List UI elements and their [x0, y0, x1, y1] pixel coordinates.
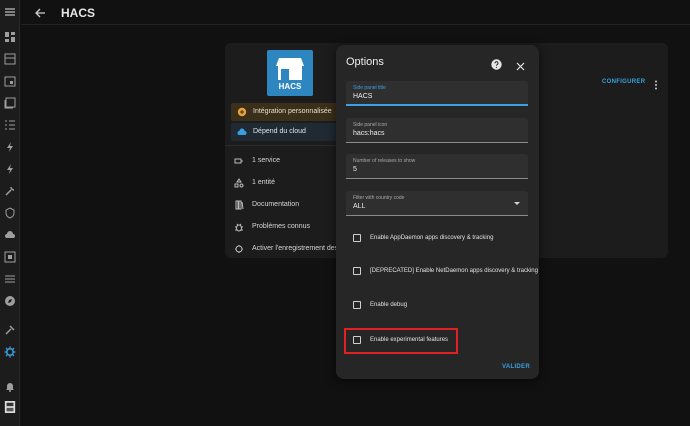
configure-button[interactable]: CONFIGURER [602, 79, 645, 85]
dialog-title: Options [346, 56, 384, 68]
history-icon[interactable] [4, 273, 16, 285]
side-panel-icon-field[interactable]: Side panel icon hacs:hacs [346, 118, 528, 143]
bug-icon [234, 222, 244, 232]
dropdown-arrow-icon [514, 202, 520, 205]
debug-checkbox[interactable] [353, 301, 361, 309]
media-icon[interactable] [4, 97, 16, 109]
cloud-dependency-chip: Dépend du cloud [231, 123, 341, 141]
todo-icon[interactable] [4, 119, 16, 131]
lightning-icon[interactable] [4, 163, 16, 175]
menu-icon[interactable] [4, 6, 16, 18]
dashboard-icon[interactable] [4, 53, 16, 65]
hacs-logo: HACS [267, 50, 313, 96]
gear-icon[interactable] [4, 346, 16, 358]
top-bar: HACS [21, 0, 690, 25]
custom-integration-chip: Intégration personnalisée [231, 103, 341, 121]
netdaemon-checkbox[interactable] [353, 267, 361, 275]
divider [225, 145, 336, 146]
bell-icon[interactable] [4, 380, 16, 392]
hammer-icon[interactable] [4, 324, 16, 336]
package-icon [237, 107, 247, 117]
side-panel-title-field[interactable]: Side panel title HACS [346, 81, 528, 106]
bug-gear-icon [234, 244, 244, 254]
service-icon [234, 156, 244, 166]
avatar-icon[interactable] [4, 401, 16, 415]
ports-icon[interactable] [4, 251, 16, 263]
page-title: HACS [61, 6, 96, 20]
back-arrow-icon[interactable] [33, 6, 47, 20]
energy-icon[interactable] [4, 141, 16, 153]
cloud-dependency-label: Dépend du cloud [253, 128, 306, 135]
close-icon[interactable] [516, 58, 525, 71]
cloud-icon[interactable] [4, 229, 16, 241]
sidebar [0, 0, 20, 426]
custom-integration-label: Intégration personnalisée [253, 108, 332, 115]
shield-icon[interactable] [4, 207, 16, 219]
more-vert-icon[interactable] [653, 77, 659, 90]
overview-icon[interactable] [4, 31, 16, 43]
calendar-icon[interactable] [4, 75, 16, 87]
book-icon [234, 200, 244, 210]
cloud-icon [237, 127, 247, 137]
tools-icon[interactable] [4, 185, 16, 197]
logo-text: HACS [278, 82, 302, 91]
entity-icon [234, 178, 244, 188]
help-icon[interactable] [491, 57, 502, 70]
highlight-box [344, 328, 458, 354]
compass-icon[interactable] [4, 295, 16, 307]
submit-button[interactable]: VALIDER [502, 364, 530, 370]
appdaemon-checkbox[interactable] [353, 234, 361, 242]
releases-count-field[interactable]: Number of releases to show 5 [346, 154, 528, 179]
country-code-select[interactable]: Filter with country code ALL [346, 191, 528, 216]
